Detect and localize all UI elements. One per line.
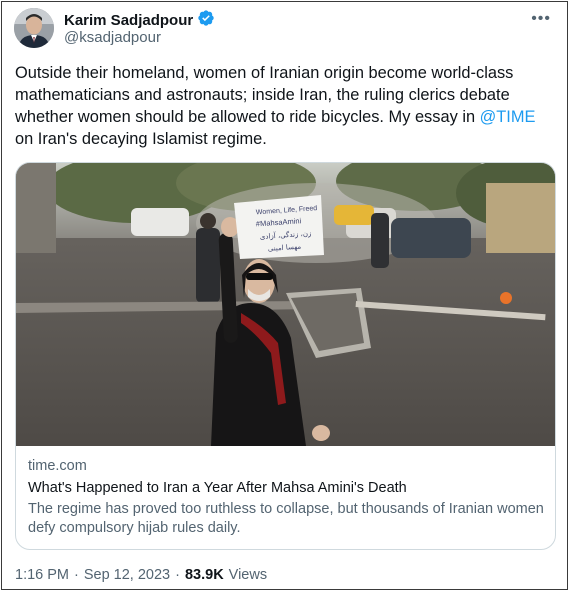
tweet-time[interactable]: 1:16 PM [15, 567, 69, 583]
author-name[interactable]: Karim Sadjadpour [64, 12, 193, 29]
verified-badge-icon [197, 9, 215, 32]
avatar[interactable] [14, 8, 54, 48]
card-domain: time.com [28, 458, 87, 474]
tweet-container: Karim Sadjadpour @ksadjadpour ••• Outsid… [1, 1, 568, 590]
tweet-text-part: Outside their homeland, women of Iranian… [15, 64, 514, 126]
link-preview-card[interactable]: Women, Life, Freed #MahsaAmini زن، زندگی… [15, 162, 556, 550]
avatar-photo [14, 8, 54, 48]
views-count[interactable]: 83.9K [185, 567, 224, 583]
protest-photo: Women, Life, Freed #MahsaAmini زن، زندگی… [16, 163, 555, 446]
card-description: The regime has proved too ruthless to co… [28, 501, 544, 536]
more-horizontal-icon[interactable]: ••• [531, 10, 551, 28]
views-label: Views [228, 567, 268, 583]
card-image[interactable]: Women, Life, Freed #MahsaAmini زن، زندگی… [16, 163, 555, 446]
meta-separator: · [175, 567, 180, 583]
tweet-header: Karim Sadjadpour @ksadjadpour ••• [14, 8, 555, 48]
author-handle[interactable]: @ksadjadpour [64, 29, 161, 46]
tweet-meta: 1:16 PM · Sep 12, 2023 · 83.9K Views [15, 567, 267, 583]
meta-separator: · [74, 567, 79, 583]
tweet-text: Outside their homeland, women of Iranian… [15, 62, 555, 150]
tweet-date[interactable]: Sep 12, 2023 [84, 567, 170, 583]
card-body[interactable]: time.com What's Happened to Iran a Year … [16, 446, 555, 549]
mention-link[interactable]: @TIME [480, 108, 536, 126]
tweet-text-part: on Iran's decaying Islamist regime. [15, 130, 267, 148]
card-title[interactable]: What's Happened to Iran a Year After Mah… [28, 480, 545, 496]
